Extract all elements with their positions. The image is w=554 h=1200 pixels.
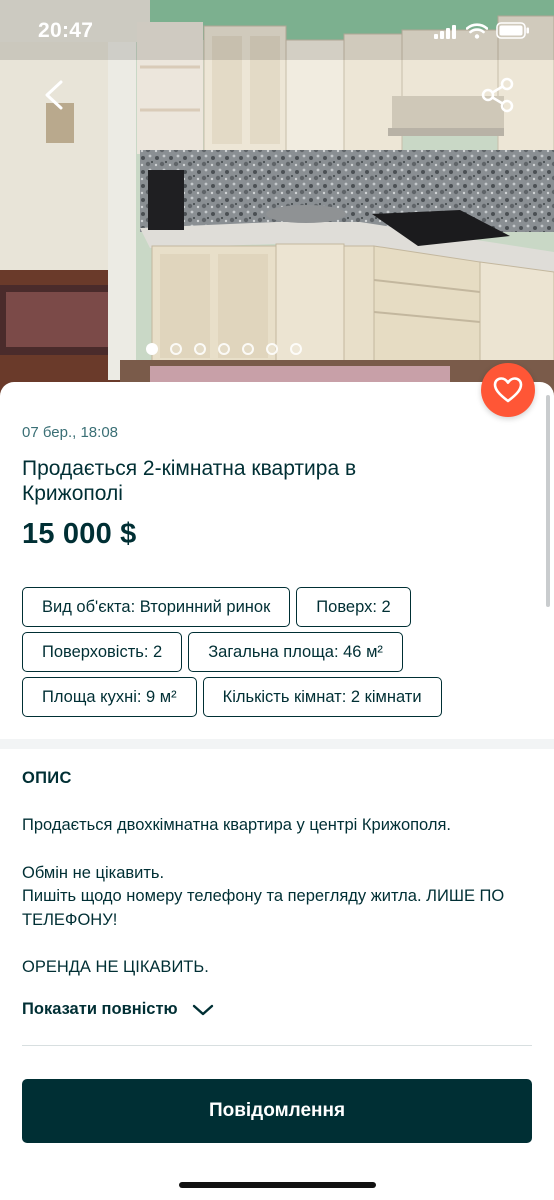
chevron-down-icon: [192, 1004, 213, 1015]
status-time: 20:47: [38, 19, 94, 42]
params-row: Поверховість: 2 Загальна площа: 46 м²: [22, 632, 532, 672]
status-icons: [434, 22, 530, 39]
gallery-dot[interactable]: [290, 343, 302, 355]
share-icon: [481, 77, 514, 113]
status-bar: 20:47: [0, 0, 554, 64]
chevron-left-icon: [45, 80, 63, 110]
listing-photo-gallery[interactable]: 20:47: [0, 0, 554, 400]
description-heading: ОПИС: [22, 769, 72, 787]
gallery-dot[interactable]: [146, 343, 158, 355]
battery-icon: [496, 22, 529, 39]
param-tag-total-floors: Поверховість: 2: [22, 632, 183, 672]
gallery-dot[interactable]: [194, 343, 206, 355]
show-full-description-button[interactable]: Показати повністю: [22, 1000, 214, 1019]
params-row: Площа кухні: 9 м² Кількість кімнат: 2 кі…: [22, 677, 532, 717]
gallery-dot[interactable]: [170, 343, 182, 355]
scrollbar-thumb[interactable]: [546, 395, 550, 607]
message-button[interactable]: Повідомлення: [22, 1079, 532, 1143]
params-row: Вид об'єкта: Вторинний ринок Поверх: 2: [22, 587, 532, 627]
home-indicator[interactable]: [179, 1182, 376, 1188]
show-more-label: Показати повністю: [22, 1000, 178, 1018]
description-line: Продається двохкімнатна квартира у центр…: [22, 816, 452, 834]
param-tag-floor: Поверх: 2: [296, 587, 411, 627]
param-tag-object-type: Вид об'єкта: Вторинний ринок: [22, 587, 291, 627]
divider-line: [22, 1045, 532, 1046]
wifi-icon: [466, 22, 488, 39]
listing-title: Продається 2-кімнатна квартира в Крижопо…: [22, 457, 357, 505]
gallery-dot[interactable]: [218, 343, 230, 355]
back-button[interactable]: [34, 74, 78, 118]
description-line: ОРЕНДА НЕ ЦІКАВИТЬ.: [22, 958, 209, 976]
share-button[interactable]: [478, 74, 520, 116]
param-tag-kitchen-area: Площа кухні: 9 м²: [22, 677, 197, 717]
gallery-dot[interactable]: [242, 343, 254, 355]
section-divider: [0, 739, 554, 749]
description-line: Пишіть щодо номеру телефону та перегляду…: [22, 887, 505, 929]
param-tag-total-area: Загальна площа: 46 м²: [188, 632, 403, 672]
listing-date: 07 бер., 18:08: [22, 424, 118, 441]
listing-price: 15 000 $: [22, 518, 137, 550]
gallery-dot[interactable]: [266, 343, 278, 355]
gallery-pagination: [0, 343, 554, 355]
heart-icon: [493, 377, 523, 403]
favorite-button[interactable]: [481, 363, 535, 417]
description-text: Продається двохкімнатна квартира у центр…: [22, 814, 532, 980]
listing-params: Вид об'єкта: Вторинний ринок Поверх: 2 П…: [22, 587, 532, 722]
description-line: Обмін не цікавить.: [22, 863, 165, 882]
signal-icon: [434, 23, 458, 39]
param-tag-rooms: Кількість кімнат: 2 кімнати: [202, 677, 442, 717]
